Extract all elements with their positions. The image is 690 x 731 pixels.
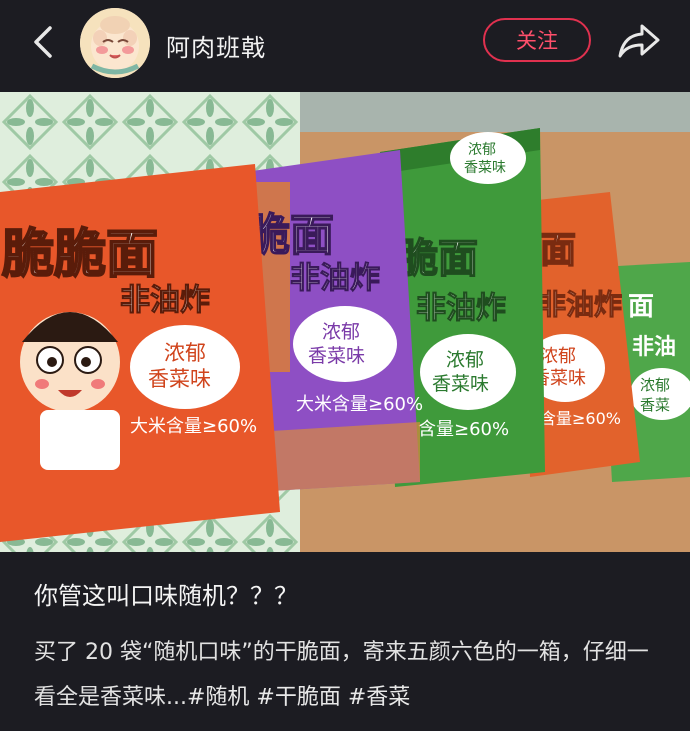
avatar-face-icon	[80, 8, 150, 78]
svg-text:脆面: 脆面	[398, 236, 478, 282]
svg-text:非油炸: 非油炸	[120, 283, 210, 318]
follow-button[interactable]: 关注	[483, 18, 591, 62]
share-icon[interactable]	[616, 20, 662, 60]
svg-text:香菜味: 香菜味	[308, 345, 365, 367]
svg-text:面: 面	[628, 292, 654, 322]
svg-text:浓郁: 浓郁	[468, 142, 496, 158]
svg-text:浓郁: 浓郁	[640, 376, 670, 394]
svg-text:浓郁: 浓郁	[164, 341, 206, 365]
username[interactable]: 阿肉班戟	[166, 28, 266, 63]
svg-text:浓郁: 浓郁	[322, 321, 360, 343]
svg-text:非油炸: 非油炸	[290, 261, 380, 296]
svg-text:面: 面	[540, 230, 576, 271]
avatar[interactable]	[80, 8, 150, 78]
svg-text:大米含量≥60%: 大米含量≥60%	[296, 394, 423, 415]
svg-text:浓郁: 浓郁	[540, 346, 576, 367]
svg-text:含量≥60%: 含量≥60%	[540, 409, 621, 428]
snack-bag-1: 脆脆面 非油炸 浓郁 香菜味 大米含量≥60%	[0, 164, 280, 542]
back-arrow-icon[interactable]	[26, 24, 62, 60]
svg-text:脆脆面: 脆脆面	[2, 225, 158, 285]
svg-text:含量≥60%: 含量≥60%	[418, 419, 509, 440]
post-title: 你管这叫口味随机？？？	[34, 582, 298, 610]
svg-text:大米含量≥60%: 大米含量≥60%	[130, 416, 257, 437]
svg-text:浓郁: 浓郁	[446, 349, 484, 371]
post-hashtags[interactable]: #随机 #干脆面 #香菜	[187, 685, 410, 710]
svg-text:非油炸: 非油炸	[416, 291, 506, 326]
post-description: 买了 20 袋“随机口味”的干脆面，寄来五颜六色的一箱，仔细一看全是香菜味...…	[34, 630, 664, 720]
svg-text:非油: 非油	[632, 335, 676, 360]
svg-text:香菜味: 香菜味	[432, 373, 489, 395]
top-bar: 阿肉班戟 关注	[0, 0, 690, 92]
svg-text:香菜味: 香菜味	[464, 160, 506, 176]
svg-text:香菜味: 香菜味	[148, 367, 211, 391]
post-image[interactable]: 面 非油 浓郁 香菜 面 非油炸 浓郁 香菜味 含量≥60% 浓郁 香菜味 脆面…	[0, 92, 690, 552]
svg-text:非油炸: 非油炸	[538, 288, 622, 321]
svg-text:香菜: 香菜	[640, 396, 670, 414]
snack-bags-photo: 面 非油 浓郁 香菜 面 非油炸 浓郁 香菜味 含量≥60% 浓郁 香菜味 脆面…	[0, 92, 690, 552]
